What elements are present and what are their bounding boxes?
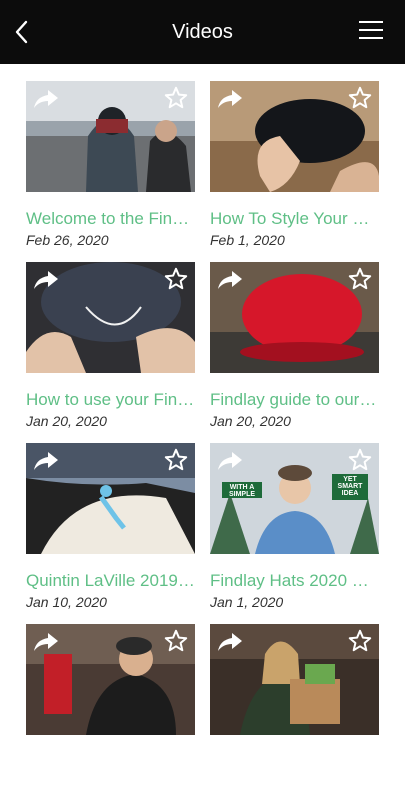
video-date: Jan 10, 2020 bbox=[26, 594, 107, 610]
share-arrow-icon[interactable] bbox=[32, 87, 60, 111]
video-thumbnail[interactable] bbox=[26, 262, 195, 373]
share-arrow-icon[interactable] bbox=[216, 87, 244, 111]
video-title[interactable]: Findlay guide to our hats bbox=[210, 389, 379, 410]
video-thumbnail[interactable] bbox=[210, 81, 379, 192]
hamburger-menu-icon bbox=[359, 21, 383, 39]
star-outline-icon[interactable] bbox=[348, 629, 372, 653]
video-date: Jan 20, 2020 bbox=[210, 413, 291, 429]
star-outline-icon[interactable] bbox=[164, 448, 188, 472]
video-card[interactable]: Quintin LaVille 2019 Edit Jan 10, 2020 bbox=[26, 443, 195, 624]
video-grid: Welcome to the Findlay Hats Feb 26, 2020… bbox=[26, 81, 379, 805]
share-arrow-icon[interactable] bbox=[216, 268, 244, 292]
video-card[interactable]: Welcome to the Findlay Hats Feb 26, 2020 bbox=[26, 81, 195, 262]
video-card[interactable]: WITH A SIMPLE YET SMART IDEA Findlay Hat… bbox=[210, 443, 379, 624]
video-thumbnail[interactable]: WITH A SIMPLE YET SMART IDEA bbox=[210, 443, 379, 554]
video-date: Jan 20, 2020 bbox=[26, 413, 107, 429]
star-outline-icon[interactable] bbox=[348, 267, 372, 291]
badge-right: YET SMART IDEA bbox=[337, 476, 363, 497]
share-arrow-icon[interactable] bbox=[216, 630, 244, 654]
badge-left: WITH A SIMPLE bbox=[228, 484, 256, 498]
star-outline-icon[interactable] bbox=[348, 86, 372, 110]
video-card[interactable]: How to use your Findlay Jan 20, 2020 bbox=[26, 262, 195, 443]
video-thumbnail[interactable] bbox=[26, 81, 195, 192]
video-card[interactable]: How To Style Your Findlay Feb 1, 2020 bbox=[210, 81, 379, 262]
star-outline-icon[interactable] bbox=[348, 448, 372, 472]
video-card[interactable] bbox=[210, 624, 379, 805]
page-title: Videos bbox=[172, 21, 233, 43]
star-outline-icon[interactable] bbox=[164, 629, 188, 653]
video-card[interactable] bbox=[26, 624, 195, 805]
video-thumbnail[interactable] bbox=[210, 624, 379, 735]
video-thumbnail[interactable] bbox=[26, 624, 195, 735]
star-outline-icon[interactable] bbox=[164, 267, 188, 291]
video-card[interactable]: Findlay guide to our hats Jan 20, 2020 bbox=[210, 262, 379, 443]
share-arrow-icon[interactable] bbox=[32, 449, 60, 473]
star-outline-icon[interactable] bbox=[164, 86, 188, 110]
video-title[interactable]: Findlay Hats 2020 Smart Idea bbox=[210, 570, 379, 591]
video-date: Jan 1, 2020 bbox=[210, 594, 284, 610]
video-title[interactable]: Welcome to the Findlay Hats bbox=[26, 208, 195, 229]
video-title[interactable]: How To Style Your Findlay bbox=[210, 208, 379, 229]
share-arrow-icon[interactable] bbox=[32, 268, 60, 292]
menu-button[interactable] bbox=[359, 21, 383, 43]
share-arrow-icon[interactable] bbox=[216, 449, 244, 473]
video-title[interactable]: How to use your Findlay bbox=[26, 389, 195, 410]
video-date: Feb 26, 2020 bbox=[26, 232, 109, 248]
top-app-bar: Videos bbox=[0, 0, 405, 64]
video-title[interactable]: Quintin LaVille 2019 Edit bbox=[26, 570, 195, 591]
video-date: Feb 1, 2020 bbox=[210, 232, 285, 248]
video-thumbnail[interactable] bbox=[26, 443, 195, 554]
video-thumbnail[interactable] bbox=[210, 262, 379, 373]
share-arrow-icon[interactable] bbox=[32, 630, 60, 654]
